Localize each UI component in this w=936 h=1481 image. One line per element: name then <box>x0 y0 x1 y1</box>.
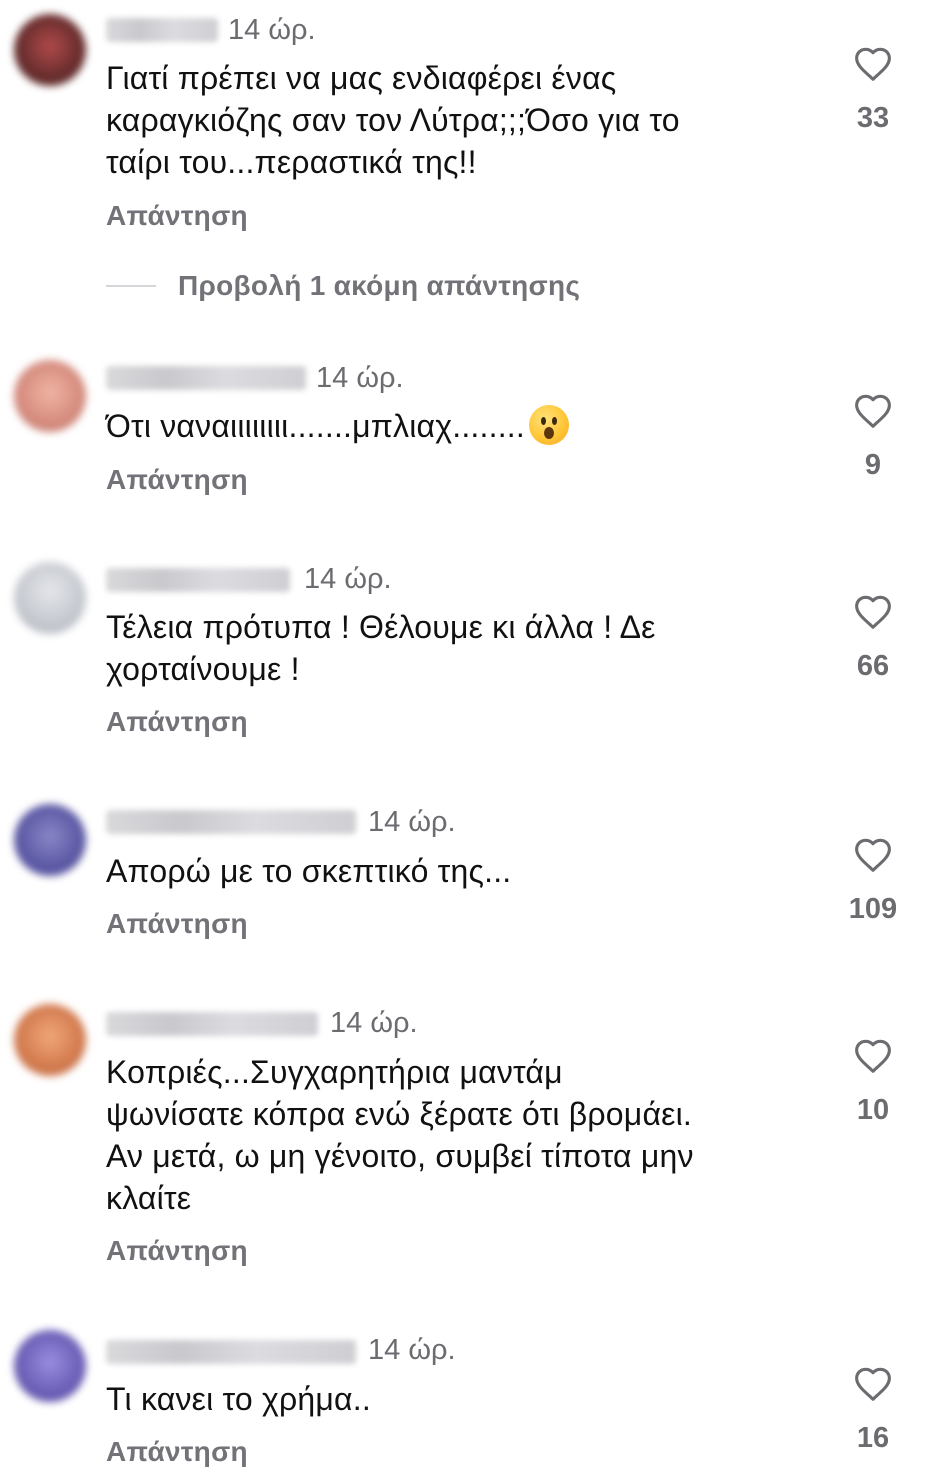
like-count: 10 <box>856 1094 890 1126</box>
hushed-face-emoji-icon <box>528 405 569 445</box>
reply-button[interactable]: Απάντηση <box>106 464 248 496</box>
thread-divider <box>106 285 156 287</box>
view-more-replies-button[interactable]: Προβολή 1 ακόμη απάντησης <box>106 270 580 302</box>
reply-button[interactable]: Απάντηση <box>106 200 248 232</box>
like-count: 33 <box>856 102 890 134</box>
comment-time: 14 ώρ. <box>228 14 316 46</box>
avatar[interactable] <box>14 14 86 86</box>
avatar[interactable] <box>14 1004 86 1076</box>
heart-icon[interactable] <box>853 1366 893 1402</box>
comment-text: Απορώ με το σκεπτικό της... <box>106 853 512 889</box>
like-control: 109 <box>836 837 910 926</box>
like-count: 16 <box>856 1422 890 1454</box>
avatar[interactable] <box>14 1330 86 1402</box>
reply-button[interactable]: Απάντηση <box>106 908 248 940</box>
like-control: 10 <box>836 1038 910 1127</box>
comment-time: 14 ώρ. <box>368 806 456 838</box>
comment-text: Γιατί πρέπει να μας ενδιαφέρει ένας καρα… <box>106 60 680 180</box>
like-control: 66 <box>836 594 910 683</box>
avatar[interactable] <box>14 562 86 634</box>
like-count: 66 <box>856 650 890 682</box>
username-blurred[interactable] <box>106 1012 318 1036</box>
view-more-replies-label: Προβολή 1 ακόμη απάντησης <box>178 270 581 301</box>
comment-time: 14 ώρ. <box>330 1007 418 1039</box>
like-count: 9 <box>864 449 882 481</box>
like-control: 9 <box>836 393 910 482</box>
comment-time: 14 ώρ. <box>304 563 392 595</box>
comment-text: Τέλεια πρότυπα ! Θέλουμε κι άλλα ! Δε χο… <box>106 609 656 687</box>
like-control: 16 <box>836 1366 910 1455</box>
reply-button[interactable]: Απάντηση <box>106 706 248 738</box>
comment-time: 14 ώρ. <box>368 1334 456 1366</box>
comment-text: Τι κανει το χρήμα.. <box>106 1381 371 1417</box>
username-blurred[interactable] <box>106 1340 356 1364</box>
heart-icon[interactable] <box>853 1038 893 1074</box>
username-blurred[interactable] <box>106 810 356 834</box>
avatar[interactable] <box>14 804 86 876</box>
comment-text: Κοπριές...Συγχαρητήρια μαντάμ ψωνίσατε κ… <box>106 1054 694 1216</box>
like-count: 109 <box>848 893 898 925</box>
heart-icon[interactable] <box>853 393 893 429</box>
heart-icon[interactable] <box>853 594 893 630</box>
reply-button[interactable]: Απάντηση <box>106 1235 248 1267</box>
like-control: 33 <box>836 46 910 135</box>
username-blurred[interactable] <box>106 568 290 592</box>
reply-button[interactable]: Απάντηση <box>106 1436 248 1468</box>
comment-text: Ότι ναναιιιιιιιι.......μπλιαχ........ <box>106 405 806 447</box>
comment-text-content: Ότι ναναιιιιιιιι.......μπλιαχ........ <box>106 408 525 444</box>
avatar[interactable] <box>14 360 86 432</box>
username-blurred[interactable] <box>106 366 306 390</box>
username-blurred[interactable] <box>106 18 218 42</box>
comment-time: 14 ώρ. <box>316 362 404 394</box>
heart-icon[interactable] <box>853 837 893 873</box>
heart-icon[interactable] <box>853 46 893 82</box>
